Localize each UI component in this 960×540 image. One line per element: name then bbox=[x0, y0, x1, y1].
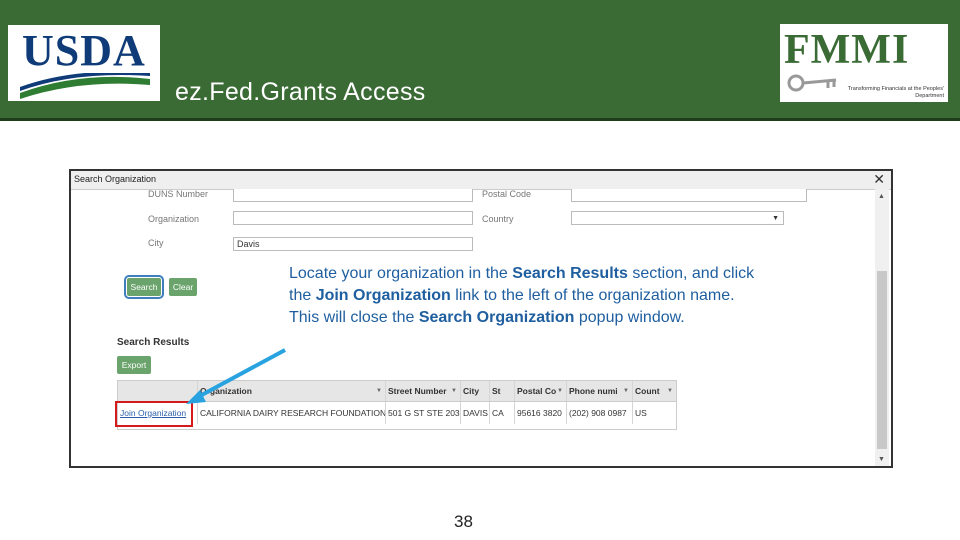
callout-bold-search-results: Search Results bbox=[512, 265, 628, 282]
callout-bold-search-organization: Search Organization bbox=[418, 309, 575, 326]
callout-bold-join-organization: Join Organization bbox=[315, 287, 451, 304]
page-number: 38 bbox=[454, 512, 473, 531]
callout-text-1: Locate your organization in the bbox=[289, 265, 513, 282]
callout-text-4: popup window. bbox=[574, 309, 685, 326]
instruction-callout: Locate your organization in the Search R… bbox=[289, 263, 759, 329]
